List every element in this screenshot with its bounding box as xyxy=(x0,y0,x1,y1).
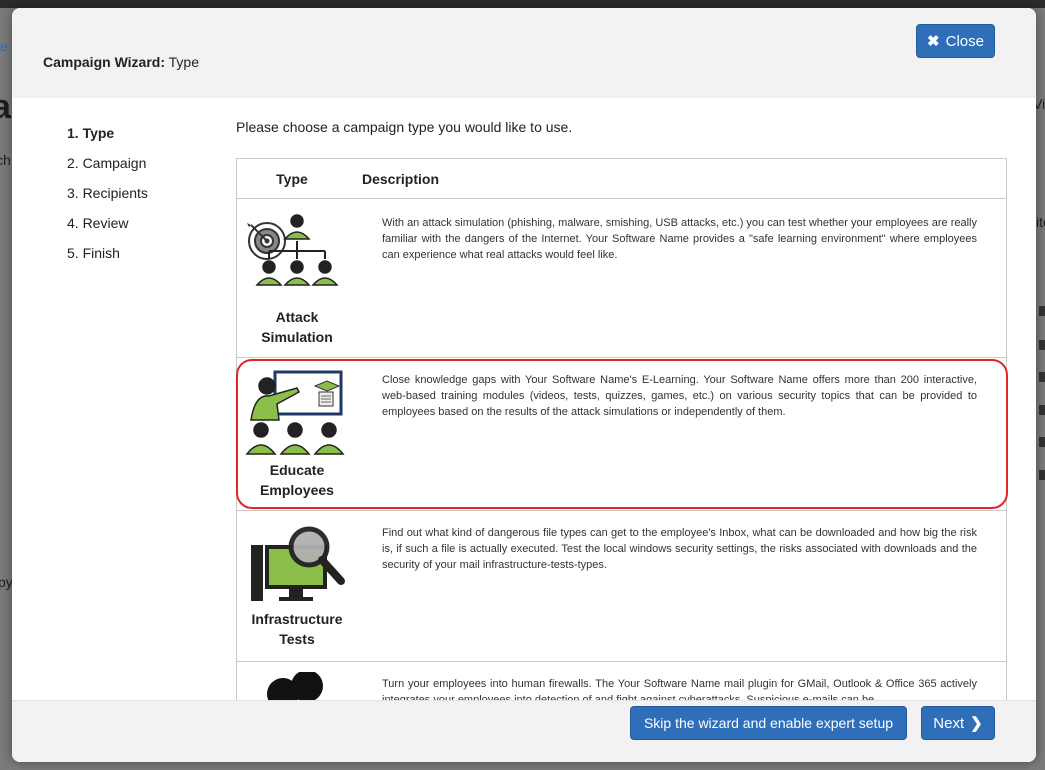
educate-employees-description: Close knowledge gaps with Your Software … xyxy=(382,374,977,418)
label-line-1: Educate xyxy=(269,462,325,478)
next-label: Next xyxy=(933,714,965,732)
close-button[interactable]: ✖ Close xyxy=(916,24,995,58)
label-line-1: Attack xyxy=(275,309,319,325)
target-hierarchy-icon xyxy=(247,214,339,286)
step-campaign: 2. Campaign xyxy=(67,155,147,171)
close-label: Close xyxy=(945,32,984,50)
table-header: Type Description xyxy=(237,159,1006,199)
background-text: ito xyxy=(1036,214,1045,230)
infrastructure-tests-description: Find out what kind of dangerous file typ… xyxy=(382,527,977,571)
computer-magnifier-icon xyxy=(251,526,345,601)
close-icon: ✖ xyxy=(927,33,940,50)
attack-simulation-label: Attack Simulation xyxy=(237,307,357,347)
background-dot xyxy=(1039,372,1045,382)
teacher-classroom-icon xyxy=(245,370,345,455)
step-type: 1. Type xyxy=(67,125,115,141)
skip-wizard-label: Skip the wizard and enable expert setup xyxy=(643,715,894,731)
next-button[interactable]: Next ❯ xyxy=(921,706,995,740)
modal-title-step: Type xyxy=(165,54,199,70)
campaign-type-mail-plugin[interactable]: Turn your employees into human firewalls… xyxy=(237,662,1006,702)
label-line-2: Simulation xyxy=(261,329,333,345)
attack-simulation-description: With an attack simulation (phishing, mal… xyxy=(382,217,977,261)
step-recipients: 3. Recipients xyxy=(67,185,148,201)
label-line-1: Infrastructure xyxy=(251,611,343,627)
campaign-type-infrastructure-tests[interactable]: Infrastructure Tests Find out what kind … xyxy=(237,511,1006,662)
chevron-right-icon: ❯ xyxy=(970,715,983,732)
background-text: py xyxy=(0,574,13,590)
background-dot xyxy=(1039,470,1045,480)
users-icon xyxy=(267,672,323,702)
wizard-steps: 1. Type 2. Campaign 3. Recipients 4. Rev… xyxy=(67,123,148,273)
background-dot xyxy=(1039,437,1045,447)
step-review: 4. Review xyxy=(67,215,129,231)
skip-wizard-button[interactable]: Skip the wizard and enable expert setup xyxy=(630,706,907,740)
label-line-2: Tests xyxy=(279,631,315,647)
campaign-type-table: Type Description Attack Simulation With … xyxy=(236,158,1007,702)
modal-header: Campaign Wizard: Type xyxy=(12,8,1036,98)
campaign-wizard-modal: Campaign Wizard: Type 1. Type 2. Campaig… xyxy=(12,8,1036,762)
infrastructure-tests-label: Infrastructure Tests xyxy=(237,609,357,649)
label-line-2: Employees xyxy=(260,482,334,498)
intro-text: Please choose a campaign type you would … xyxy=(236,119,573,135)
educate-employees-label: Educate Employees xyxy=(237,460,357,500)
campaign-type-educate-employees[interactable]: Educate Employees Close knowledge gaps w… xyxy=(237,358,1006,511)
background-text: ch xyxy=(0,152,11,168)
campaign-type-attack-simulation[interactable]: Attack Simulation With an attack simulat… xyxy=(237,199,1006,358)
mail-plugin-description: Turn your employees into human firewalls… xyxy=(382,678,977,702)
step-finish: 5. Finish xyxy=(67,245,120,261)
background-dot xyxy=(1039,306,1045,316)
background-text: e xyxy=(0,38,8,54)
modal-title-bold: Campaign Wizard: xyxy=(43,54,165,70)
background-dot xyxy=(1039,405,1045,415)
background-topbar xyxy=(0,0,1045,8)
background-dot xyxy=(1039,340,1045,350)
header-description: Description xyxy=(362,170,440,187)
modal-title: Campaign Wizard: Type xyxy=(43,54,199,70)
header-type: Type xyxy=(276,170,308,187)
